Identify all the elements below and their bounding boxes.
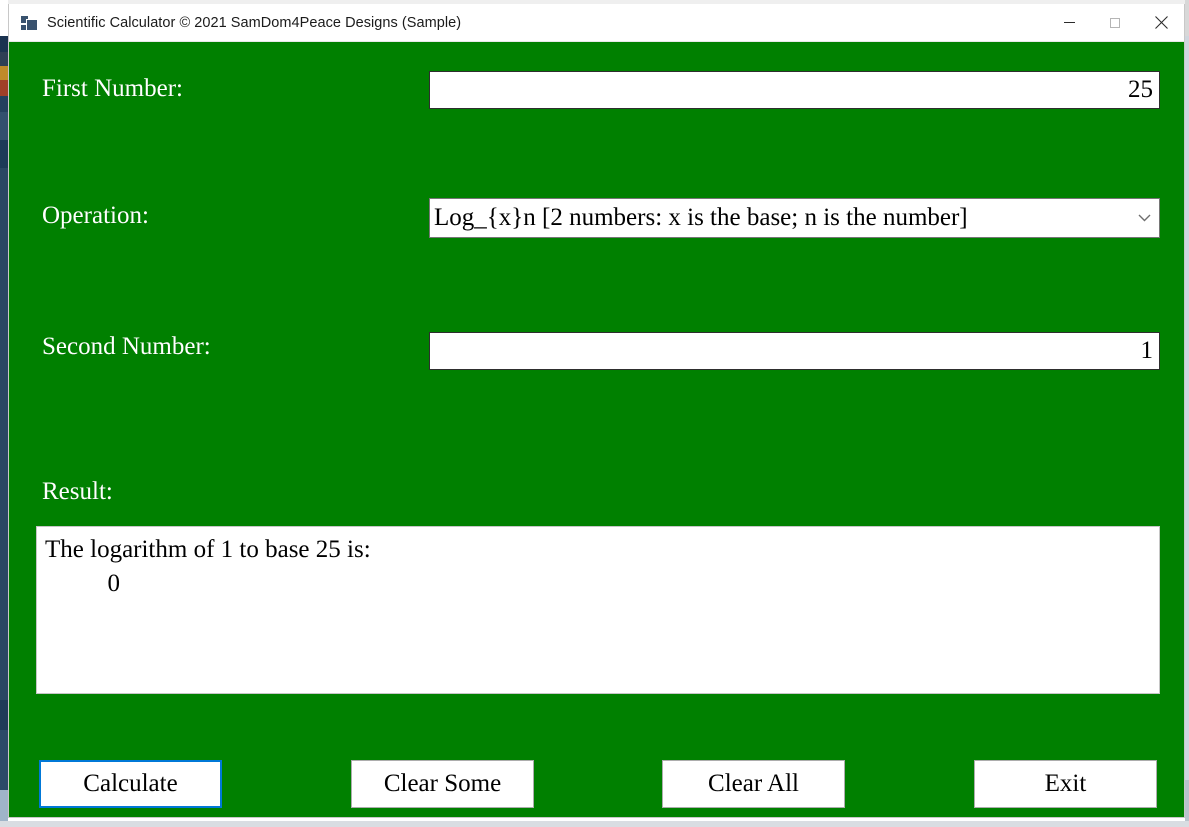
clear-all-button[interactable]: Clear All	[662, 760, 845, 808]
windows-forms-icon	[21, 15, 37, 31]
minimize-button[interactable]	[1046, 4, 1092, 41]
calculator-window: Scientific Calculator © 2021 SamDom4Peac…	[8, 4, 1185, 818]
background-right-edge	[1185, 0, 1189, 827]
clear-some-button[interactable]: Clear Some	[351, 760, 534, 808]
close-button[interactable]	[1138, 4, 1184, 41]
second-number-label: Second Number:	[42, 333, 211, 360]
result-line-1: The logarithm of 1 to base 25 is:	[45, 536, 371, 563]
background-bottom-edge	[0, 821, 1189, 827]
second-number-input[interactable]: 1	[429, 332, 1160, 370]
window-controls	[1046, 4, 1184, 41]
chevron-down-icon	[1131, 214, 1157, 222]
exit-button[interactable]: Exit	[974, 760, 1157, 808]
maximize-icon	[1110, 17, 1120, 28]
operation-selected-value: Log_{x}n [2 numbers: x is the base; n is…	[434, 204, 968, 231]
window-title: Scientific Calculator © 2021 SamDom4Peac…	[47, 14, 462, 31]
background-window-strip	[0, 0, 8, 827]
result-label: Result:	[42, 478, 113, 505]
form-body: First Number: 25 Operation: Log_{x}n [2 …	[9, 42, 1184, 817]
calculate-button[interactable]: Calculate	[39, 760, 222, 808]
title-bar[interactable]: Scientific Calculator © 2021 SamDom4Peac…	[9, 4, 1184, 42]
result-output[interactable]: The logarithm of 1 to base 25 is: 0	[36, 526, 1160, 694]
result-line-3: 0	[45, 570, 121, 597]
minimize-icon	[1063, 22, 1075, 23]
screen: Scientific Calculator © 2021 SamDom4Peac…	[0, 0, 1189, 827]
first-number-input[interactable]: 25	[429, 71, 1160, 109]
first-number-label: First Number:	[42, 75, 183, 102]
close-icon	[1154, 16, 1168, 29]
maximize-button[interactable]	[1092, 4, 1138, 41]
operation-dropdown[interactable]: Log_{x}n [2 numbers: x is the base; n is…	[429, 198, 1160, 238]
operation-label: Operation:	[42, 202, 149, 229]
